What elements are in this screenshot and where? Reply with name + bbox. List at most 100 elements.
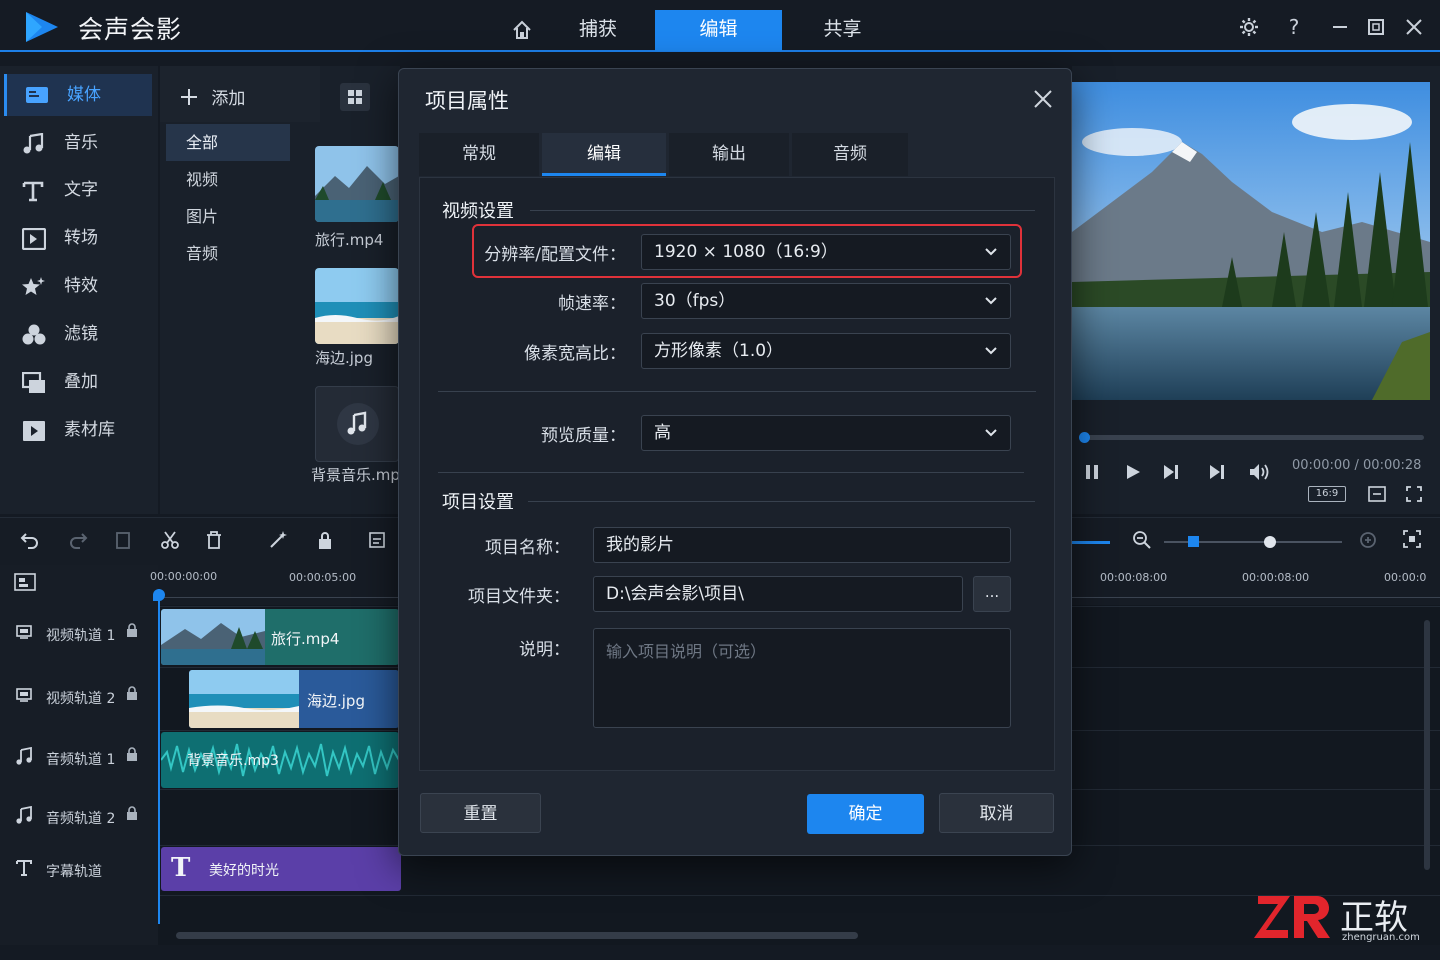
undo-icon[interactable] <box>20 530 40 550</box>
zoom-slider[interactable] <box>1164 536 1342 548</box>
lock-icon[interactable] <box>126 686 138 700</box>
app-name: 会声会影 <box>78 15 183 44</box>
track-settings-icon[interactable] <box>14 573 36 591</box>
text-icon: T <box>171 853 191 883</box>
dialog-body: 视频设置 分辨率/配置文件： 1920 × 1080（16:9） 帧速率： 30… <box>419 177 1055 771</box>
help-icon[interactable]: ? <box>1281 14 1307 40</box>
pixel-aspect-select[interactable]: 方形像素（1.0） <box>641 333 1011 369</box>
sidebar-item-text[interactable]: 文字 <box>4 169 152 211</box>
clip-label: 旅行.mp4 <box>271 630 340 648</box>
sidebar-item-filter[interactable]: 滤镜 <box>4 313 152 355</box>
track-header-video-1[interactable]: 视频轨道 1 <box>10 605 150 661</box>
fit-timeline-icon[interactable] <box>1403 530 1421 548</box>
project-folder-input[interactable]: D:\会声会影\项目\ <box>593 576 963 612</box>
browse-button[interactable]: ... <box>973 576 1011 612</box>
fit-icon[interactable] <box>1368 486 1386 502</box>
zoom-slider-handle[interactable] <box>1188 536 1199 547</box>
tab-edit[interactable]: 编辑 <box>655 10 782 51</box>
clip-thumbnail <box>161 609 265 665</box>
project-name-input[interactable]: 我的影片 <box>593 527 1011 563</box>
fps-select[interactable]: 30（fps） <box>641 283 1011 319</box>
pause-icon[interactable] <box>1084 463 1100 481</box>
tab-edit[interactable]: 编辑 <box>542 133 666 176</box>
play-icon[interactable] <box>1124 463 1142 481</box>
lock-icon[interactable] <box>126 747 138 761</box>
resolution-label: 分辨率/配置文件： <box>484 245 626 265</box>
tab-general[interactable]: 常规 <box>419 133 539 176</box>
thumbnail-audio[interactable] <box>315 386 399 462</box>
description-textarea[interactable]: 输入项目说明（可选） <box>593 628 1011 728</box>
ok-button[interactable]: 确定 <box>807 794 924 834</box>
category-video[interactable]: 视频 <box>166 161 290 198</box>
zoom-in-icon[interactable] <box>1358 530 1378 550</box>
clip-audio[interactable]: 背景音乐.mp3 <box>161 732 399 788</box>
lock-icon[interactable] <box>126 623 138 637</box>
file-name: 背景音乐.mp3 <box>311 466 410 484</box>
cut-icon[interactable] <box>160 530 180 550</box>
maximize-icon[interactable] <box>1363 14 1389 40</box>
lock-icon[interactable] <box>126 806 138 820</box>
sidebar-item-effects[interactable]: 特效 <box>4 265 152 307</box>
sidebar-item-transition[interactable]: 转场 <box>4 217 152 259</box>
text-icon <box>22 180 44 202</box>
effects-icon <box>22 276 46 298</box>
track-header-subtitle[interactable]: 字幕轨道 <box>10 841 150 897</box>
sidebar-item-library[interactable]: 素材库 <box>4 409 152 451</box>
track-header-audio-2[interactable]: 音频轨道 2 <box>10 788 150 844</box>
subtitle-icon[interactable] <box>368 530 386 550</box>
track-header-video-2[interactable]: 视频轨道 2 <box>10 668 150 724</box>
vertical-scrollbar[interactable] <box>1424 620 1430 870</box>
clip-beach-image[interactable]: 海边.jpg <box>189 670 399 728</box>
add-button[interactable]: 添加 <box>180 84 245 109</box>
minimize-icon[interactable] <box>1327 14 1353 40</box>
tab-capture[interactable]: 捕获 <box>548 10 648 51</box>
zoom-out-icon[interactable] <box>1132 530 1152 550</box>
scrubber-handle[interactable] <box>1079 432 1090 443</box>
category-all[interactable]: 全部 <box>166 124 290 161</box>
fullscreen-icon[interactable] <box>1406 486 1422 502</box>
filter-icon <box>22 324 46 346</box>
tab-share[interactable]: 共享 <box>790 10 895 51</box>
dialog-close-icon[interactable] <box>1031 87 1055 111</box>
resolution-select[interactable]: 1920 × 1080（16:9） <box>641 234 1011 270</box>
clip-travel-video[interactable]: 旅行.mp4 <box>161 609 399 665</box>
clip-title[interactable]: T 美好的时光 <box>161 847 401 891</box>
gear-icon[interactable] <box>1236 14 1262 40</box>
section-video-settings: 视频设置 <box>442 201 514 222</box>
delete-icon[interactable] <box>205 530 223 550</box>
tab-audio[interactable]: 音频 <box>792 133 908 176</box>
home-icon[interactable] <box>505 10 539 51</box>
track-divider <box>158 895 1440 896</box>
reset-button[interactable]: 重置 <box>420 793 541 833</box>
aspect-ratio-select[interactable]: 16:9 <box>1308 486 1346 502</box>
ruler-label: 00:00:08:00 <box>1242 571 1310 584</box>
magic-wand-icon[interactable] <box>268 530 288 550</box>
horizontal-scrollbar[interactable] <box>176 932 858 939</box>
skip-end-icon[interactable] <box>1208 463 1226 481</box>
cancel-button[interactable]: 取消 <box>939 793 1054 833</box>
playhead[interactable] <box>153 589 165 924</box>
redo-icon[interactable] <box>68 530 88 550</box>
grid-view-icon[interactable] <box>340 83 370 111</box>
tab-output[interactable]: 输出 <box>669 133 789 176</box>
music-icon <box>16 806 32 824</box>
thumbnail-beach-image[interactable] <box>315 268 399 344</box>
video-track-icon <box>16 625 32 639</box>
sidebar-item-music[interactable]: 音乐 <box>4 122 152 164</box>
track-header-audio-1[interactable]: 音频轨道 1 <box>10 729 150 785</box>
close-icon[interactable] <box>1401 14 1427 40</box>
library-icon <box>22 420 46 442</box>
sidebar-item-overlay[interactable]: 叠加 <box>4 361 152 403</box>
preview-scrubber[interactable] <box>1079 432 1424 443</box>
next-frame-icon[interactable] <box>1162 463 1180 481</box>
thumbnail-travel-video[interactable] <box>315 146 399 222</box>
preview-quality-select[interactable]: 高 <box>641 415 1011 451</box>
zoom-slider-knob[interactable] <box>1264 536 1276 548</box>
category-audio[interactable]: 音频 <box>166 235 290 272</box>
volume-icon[interactable] <box>1248 462 1270 482</box>
sidebar-item-media[interactable]: 媒体 <box>4 74 152 116</box>
category-image[interactable]: 图片 <box>166 198 290 235</box>
playhead-handle[interactable] <box>153 589 165 601</box>
copy-icon[interactable] <box>114 530 132 550</box>
lock-icon[interactable] <box>316 530 334 550</box>
